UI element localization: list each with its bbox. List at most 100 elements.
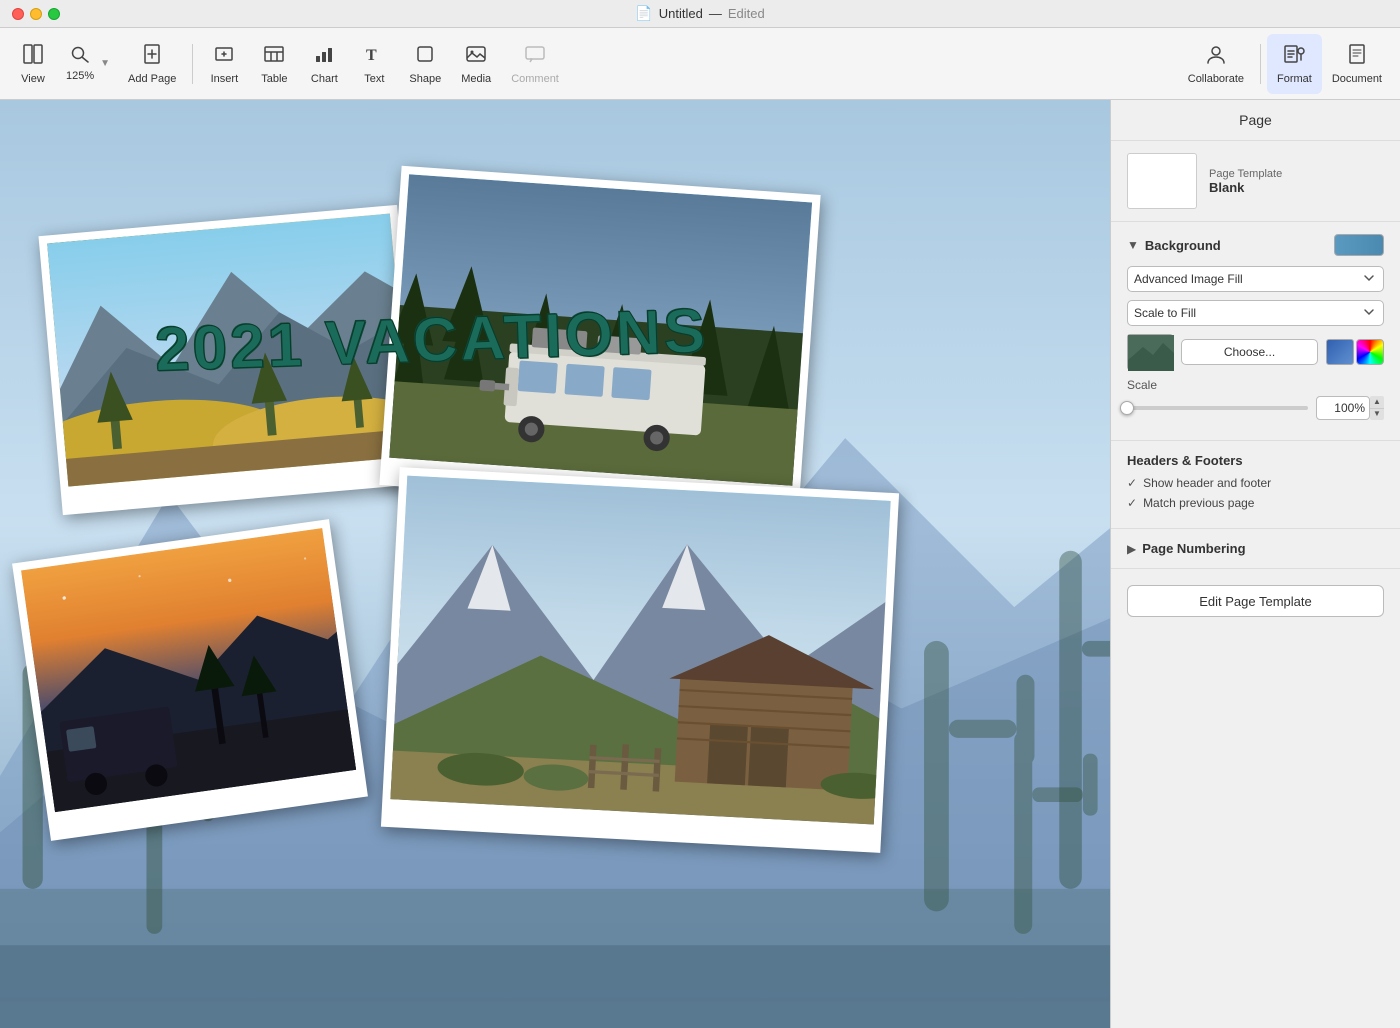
text-button[interactable]: T Text xyxy=(349,34,399,94)
photo-3[interactable] xyxy=(12,519,368,841)
background-header: ▼ Background xyxy=(1127,234,1384,256)
edit-template-label: Edit Page Template xyxy=(1199,594,1312,609)
add-page-label: Add Page xyxy=(128,73,176,85)
show-header-check: ✓ xyxy=(1127,476,1137,490)
page-numbering-section: ▶ Page Numbering xyxy=(1111,529,1400,569)
panel-header: Page xyxy=(1111,100,1400,141)
color-wheel[interactable] xyxy=(1356,339,1384,365)
image-thumbnail xyxy=(1127,334,1173,370)
template-label: Page Template xyxy=(1209,168,1282,180)
scale-dropdown-arrow xyxy=(1361,304,1377,323)
edit-template-button[interactable]: Edit Page Template xyxy=(1127,585,1384,617)
photo-3-image xyxy=(21,528,356,812)
scale-value: 100% xyxy=(1334,401,1365,415)
background-title-row[interactable]: ▼ Background xyxy=(1127,238,1221,253)
view-icon xyxy=(22,43,44,71)
match-previous-check: ✓ xyxy=(1127,496,1137,510)
table-button[interactable]: Table xyxy=(249,34,299,94)
headers-footers-section: Headers & Footers ✓ Show header and foot… xyxy=(1111,441,1400,529)
fill-dropdown-arrow xyxy=(1361,270,1377,289)
template-name: Blank xyxy=(1209,180,1282,195)
photo-4[interactable] xyxy=(381,467,899,853)
view-button[interactable]: View xyxy=(8,34,58,94)
media-button[interactable]: Media xyxy=(451,34,501,94)
page-num-row[interactable]: ▶ Page Numbering xyxy=(1127,541,1384,556)
scale-stepper: ▲ ▼ xyxy=(1370,396,1384,420)
view-label: View xyxy=(21,73,45,85)
scale-value-input[interactable]: 100% xyxy=(1316,396,1370,420)
insert-button[interactable]: Insert xyxy=(199,34,249,94)
show-header-label: Show header and footer xyxy=(1143,476,1271,490)
match-previous-row[interactable]: ✓ Match previous page xyxy=(1127,496,1384,510)
background-title: Background xyxy=(1145,238,1221,253)
fill-type-row: Advanced Image Fill xyxy=(1127,266,1384,292)
scale-down-button[interactable]: ▼ xyxy=(1370,409,1384,421)
collaborate-label: Collaborate xyxy=(1188,73,1244,85)
template-info: Page Template Blank xyxy=(1209,168,1282,195)
shape-button[interactable]: Shape xyxy=(399,34,451,94)
hf-title: Headers & Footers xyxy=(1127,453,1384,468)
separator-1 xyxy=(192,44,193,84)
color-swatch-small[interactable] xyxy=(1326,339,1354,365)
scale-slider[interactable] xyxy=(1127,406,1308,410)
comment-label: Comment xyxy=(511,73,559,85)
chart-icon xyxy=(313,43,335,71)
scale-mode-dropdown[interactable]: Scale to Fill xyxy=(1127,300,1384,326)
media-icon xyxy=(465,43,487,71)
scale-controls: 100% ▲ ▼ xyxy=(1127,396,1384,420)
title-bar-text: 📄 Untitled — Edited xyxy=(635,5,764,22)
fullscreen-button[interactable] xyxy=(48,8,60,20)
document-title: Untitled xyxy=(659,6,703,21)
minimize-button[interactable] xyxy=(30,8,42,20)
zoom-control[interactable]: 125% ▼ xyxy=(58,34,118,94)
comment-icon xyxy=(524,43,546,71)
zoom-icon xyxy=(69,45,91,68)
fill-type-value: Advanced Image Fill xyxy=(1134,272,1243,286)
app-icon: 📄 xyxy=(635,5,652,22)
add-page-icon xyxy=(141,43,163,71)
zoom-value: 125% xyxy=(66,70,94,82)
close-button[interactable] xyxy=(12,8,24,20)
show-header-row[interactable]: ✓ Show header and footer xyxy=(1127,476,1384,490)
page-num-expand-arrow: ▶ xyxy=(1127,542,1136,556)
scale-mode-value: Scale to Fill xyxy=(1134,306,1196,320)
match-previous-label: Match previous page xyxy=(1143,496,1254,510)
panel-header-label: Page xyxy=(1239,112,1272,128)
scale-row: Scale 100% ▲ ▼ xyxy=(1127,378,1384,420)
page-num-label: Page Numbering xyxy=(1142,541,1245,556)
chart-button[interactable]: Chart xyxy=(299,34,349,94)
shape-icon xyxy=(414,43,436,71)
title-separator: — xyxy=(709,6,722,21)
scale-mode-row: Scale to Fill xyxy=(1127,300,1384,326)
scale-value-group: 100% ▲ ▼ xyxy=(1316,396,1384,420)
choose-image-button[interactable]: Choose... xyxy=(1181,339,1318,365)
traffic-lights xyxy=(12,8,60,20)
document-button[interactable]: Document xyxy=(1322,34,1392,94)
comment-button[interactable]: Comment xyxy=(501,34,569,94)
canvas-area[interactable]: 2021 VACATIONS xyxy=(0,100,1110,1028)
document-label: Document xyxy=(1332,73,1382,85)
collaborate-button[interactable]: Collaborate xyxy=(1178,34,1254,94)
template-thumbnail xyxy=(1127,153,1197,209)
slider-thumb xyxy=(1120,401,1134,415)
page-template-section: Page Template Blank xyxy=(1111,141,1400,222)
format-button[interactable]: Format xyxy=(1267,34,1322,94)
add-page-button[interactable]: Add Page xyxy=(118,34,186,94)
document-icon xyxy=(1346,43,1368,71)
chart-label: Chart xyxy=(311,73,338,85)
media-label: Media xyxy=(461,73,491,85)
format-icon xyxy=(1283,43,1305,71)
main-content: 2021 VACATIONS xyxy=(0,100,1400,1028)
insert-label: Insert xyxy=(211,73,239,85)
scale-label: Scale xyxy=(1127,378,1384,392)
fill-type-dropdown[interactable]: Advanced Image Fill xyxy=(1127,266,1384,292)
table-label: Table xyxy=(261,73,287,85)
scale-up-button[interactable]: ▲ xyxy=(1370,396,1384,409)
title-bar: 📄 Untitled — Edited xyxy=(0,0,1400,28)
background-color-swatch[interactable] xyxy=(1334,234,1384,256)
edited-status: Edited xyxy=(728,6,765,21)
color-controls xyxy=(1326,339,1384,365)
text-icon: T xyxy=(363,43,385,71)
shape-label: Shape xyxy=(409,73,441,85)
format-label: Format xyxy=(1277,73,1312,85)
